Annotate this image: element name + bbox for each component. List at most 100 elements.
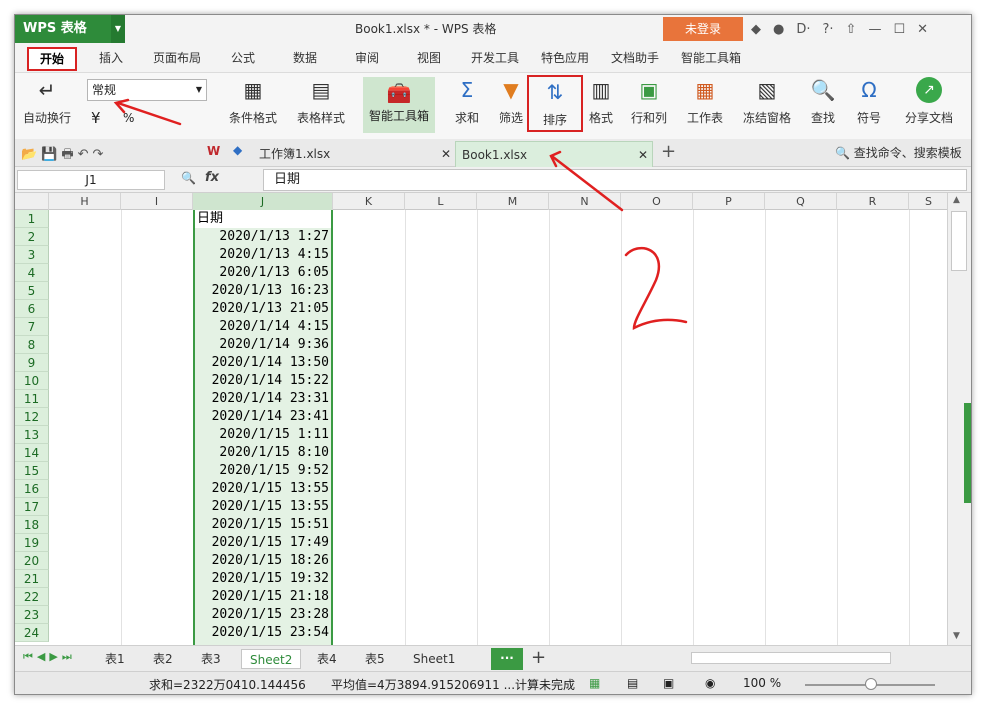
maximize-button[interactable]: ☐ [893, 22, 905, 37]
help-icon[interactable]: ?· [823, 22, 834, 37]
scroll-thumb[interactable] [951, 211, 967, 271]
row-header[interactable]: 6 [15, 300, 49, 318]
rows-cols-button[interactable]: ▣ 行和列 [623, 77, 675, 126]
date-cell[interactable]: 2020/1/15 1:11 [195, 426, 331, 444]
row-header[interactable]: 20 [15, 552, 49, 570]
column-header[interactable]: P [693, 193, 765, 210]
menu-start[interactable]: 开始 [27, 47, 77, 71]
row-header[interactable]: 23 [15, 606, 49, 624]
add-sheet-button[interactable]: + [531, 647, 546, 668]
normal-view-icon[interactable]: ▦ [589, 676, 600, 690]
date-cell[interactable]: 2020/1/14 23:31 [195, 390, 331, 408]
freeze-panes-button[interactable]: ▧ 冻结窗格 [737, 77, 797, 126]
smart-toolbox-button[interactable]: 🧰 智能工具箱 [363, 77, 435, 133]
zoom-formula-icon[interactable]: 🔍 [181, 171, 196, 185]
menu-developer[interactable]: 开发工具 [471, 49, 519, 66]
horizontal-scrollbar[interactable] [691, 652, 891, 664]
sheet-tab[interactable]: Sheet1 [413, 649, 455, 669]
column-header[interactable]: K [333, 193, 405, 210]
date-cell[interactable]: 2020/1/15 23:28 [195, 606, 331, 624]
date-cell[interactable]: 2020/1/14 23:41 [195, 408, 331, 426]
restore-ribbon-icon[interactable]: ⇧ [846, 22, 857, 37]
row-header[interactable]: 4 [15, 264, 49, 282]
row-header[interactable]: 10 [15, 372, 49, 390]
date-cell[interactable]: 2020/1/15 21:18 [195, 588, 331, 606]
cell-j1[interactable]: 日期 [195, 210, 331, 228]
close-icon[interactable]: ✕ [638, 142, 648, 168]
page-layout-view-icon[interactable]: ▣ [663, 676, 674, 690]
share-doc-button[interactable]: ↗ 分享文档 [901, 77, 957, 126]
row-header[interactable]: 2 [15, 228, 49, 246]
number-format-select[interactable]: 常规 ▼ [87, 79, 207, 101]
date-cell[interactable]: 2020/1/13 4:15 [195, 246, 331, 264]
row-header[interactable]: 19 [15, 534, 49, 552]
date-cell[interactable]: 2020/1/15 15:51 [195, 516, 331, 534]
row-header[interactable]: 15 [15, 462, 49, 480]
wrap-text-button[interactable]: ↵ 自动换行 [17, 77, 77, 126]
search-command-box[interactable]: 🔍 查找命令、搜索模板 [835, 144, 962, 161]
conditional-format-button[interactable]: ▦ 条件格式 [219, 77, 287, 126]
reading-mode-icon[interactable]: ◉ [705, 676, 715, 690]
row-header[interactable]: 9 [15, 354, 49, 372]
menu-smart-toolbox[interactable]: 智能工具箱 [681, 49, 741, 66]
skin-icon[interactable]: ◆ [751, 22, 761, 37]
chevron-down-icon[interactable]: ▼ [111, 15, 125, 43]
quick-access-icons[interactable]: 📂💾🖶↶↷ [21, 145, 107, 167]
column-header[interactable]: R [837, 193, 909, 210]
more-sheets-button[interactable]: ··· [491, 648, 523, 670]
menu-page-layout[interactable]: 页面布局 [153, 49, 201, 66]
date-cell[interactable]: 2020/1/15 18:26 [195, 552, 331, 570]
fx-button[interactable]: fx [205, 170, 219, 185]
symbol-button[interactable]: Ω 符号 [849, 77, 889, 126]
sheet-tab[interactable]: 表2 [153, 649, 173, 669]
date-cell[interactable]: 2020/1/14 9:36 [195, 336, 331, 354]
table-style-button[interactable]: ▤ 表格样式 [289, 77, 353, 126]
row-header[interactable]: 8 [15, 336, 49, 354]
row-header[interactable]: 1 [15, 210, 49, 228]
scroll-up-icon[interactable]: ▲ [953, 195, 960, 205]
row-header[interactable]: 22 [15, 588, 49, 606]
column-header[interactable]: I [121, 193, 193, 210]
formula-input[interactable]: 日期 [263, 169, 967, 191]
select-all-corner[interactable] [15, 193, 49, 210]
tab-book1[interactable]: Book1.xlsx ✕ [455, 141, 653, 167]
settings-icon[interactable]: ● [773, 22, 784, 37]
currency-icon[interactable]: ¥ [91, 109, 101, 127]
row-header[interactable]: 3 [15, 246, 49, 264]
date-cell[interactable]: 2020/1/14 13:50 [195, 354, 331, 372]
minimize-button[interactable]: — [868, 22, 881, 37]
sheet-tab[interactable]: 表4 [317, 649, 337, 669]
worksheet-button[interactable]: ▦ 工作表 [679, 77, 731, 126]
row-header[interactable]: 11 [15, 390, 49, 408]
sheet-tab-active[interactable]: Sheet2 [241, 649, 302, 669]
column-header[interactable]: S [909, 193, 947, 210]
spreadsheet-grid[interactable]: H I J K L M N O P Q R S 1 2 3 4 5 6 7 8 … [15, 193, 947, 645]
format-button[interactable]: ▥ 格式 [581, 77, 621, 126]
date-cell[interactable]: 2020/1/14 4:15 [195, 318, 331, 336]
row-header[interactable]: 13 [15, 426, 49, 444]
row-header[interactable]: 24 [15, 624, 49, 642]
vertical-scrollbar[interactable]: ▲ ▼ [947, 193, 971, 645]
date-cell[interactable]: 2020/1/13 21:05 [195, 300, 331, 318]
find-button[interactable]: 🔍 查找 [803, 77, 843, 126]
sheet-tab[interactable]: 表5 [365, 649, 385, 669]
row-header[interactable]: 18 [15, 516, 49, 534]
menu-data[interactable]: 数据 [293, 49, 317, 66]
column-header[interactable]: N [549, 193, 621, 210]
column-header[interactable]: H [49, 193, 121, 210]
close-icon[interactable]: ✕ [441, 141, 451, 167]
page-break-view-icon[interactable]: ▤ [627, 676, 638, 690]
feedback-icon[interactable]: D· [796, 22, 810, 37]
sheet-nav-arrows[interactable]: ⏮◀▶⏭ [23, 650, 76, 664]
date-cell[interactable]: 2020/1/13 16:23 [195, 282, 331, 300]
cube-icon[interactable]: ◆ [233, 143, 242, 157]
column-header-selected[interactable]: J [193, 193, 333, 210]
row-header[interactable]: 14 [15, 444, 49, 462]
menu-formula[interactable]: 公式 [231, 49, 255, 66]
row-header[interactable]: 17 [15, 498, 49, 516]
menu-insert[interactable]: 插入 [99, 49, 123, 66]
date-cell[interactable]: 2020/1/15 9:52 [195, 462, 331, 480]
menu-special[interactable]: 特色应用 [541, 49, 589, 66]
tab-workbook1[interactable]: 工作簿1.xlsx ✕ [259, 141, 455, 167]
date-cell[interactable]: 2020/1/15 8:10 [195, 444, 331, 462]
